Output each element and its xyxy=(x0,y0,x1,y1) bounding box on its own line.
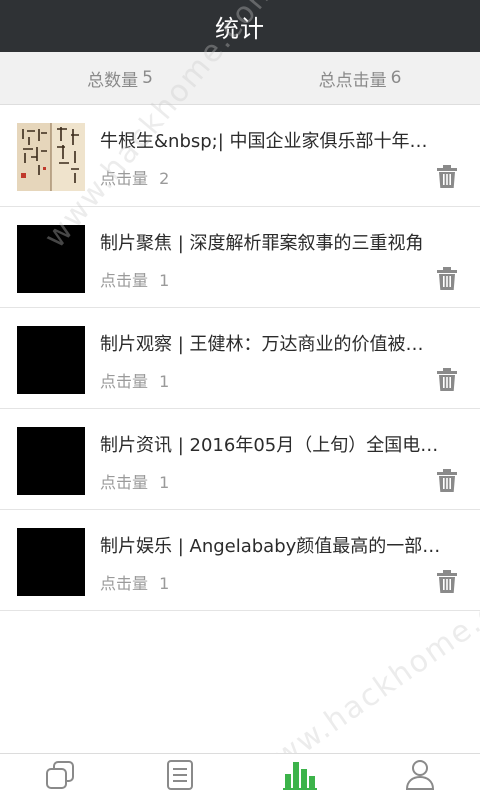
list-item[interactable]: 制片资讯 | 2016年05月（上旬）全国电… 点击量 1 xyxy=(0,409,480,510)
total-clicks-label: 总点击量 xyxy=(318,70,387,91)
bar-chart-icon xyxy=(283,760,317,794)
list-item[interactable]: 制片聚焦 | 深度解析罪案叙事的三重视角 点击量 1 xyxy=(0,207,480,308)
page-title: 统计 xyxy=(215,14,265,43)
stats-summary-bar: 总数量 5 总点击量 6 xyxy=(0,52,480,105)
trash-icon[interactable] xyxy=(436,469,458,493)
list-item[interactable]: 制片观察 | 王健林：万达商业的价值被… 点击量 1 xyxy=(0,308,480,409)
user-icon xyxy=(405,759,435,795)
click-count: 点击量 1 xyxy=(100,570,169,594)
total-count-label: 总数量 xyxy=(87,70,139,91)
trash-icon[interactable] xyxy=(436,165,458,189)
article-thumbnail xyxy=(17,427,85,495)
tab-home[interactable] xyxy=(0,754,120,800)
trash-icon[interactable] xyxy=(436,570,458,594)
document-list-icon xyxy=(166,759,194,795)
calligraphy-thumbnail xyxy=(17,123,85,191)
tab-profile[interactable] xyxy=(360,754,480,800)
list-item[interactable]: 制片娱乐 | Angelababy颜值最高的一部… 点击量 1 xyxy=(0,510,480,611)
total-clicks-value: 6 xyxy=(390,68,402,88)
click-count-label: 点击量 xyxy=(100,271,149,290)
article-title: 制片娱乐 | Angelababy颜值最高的一部… xyxy=(100,536,441,557)
total-clicks-stat: 总点击量 6 xyxy=(240,52,480,104)
click-count: 点击量 1 xyxy=(100,469,169,493)
click-count-value: 2 xyxy=(159,169,170,188)
trash-icon[interactable] xyxy=(436,267,458,291)
click-count: 点击量 1 xyxy=(100,368,169,392)
click-count-value: 1 xyxy=(159,473,170,492)
click-count-value: 1 xyxy=(159,271,170,290)
top-bar: 统计 xyxy=(0,0,480,52)
bottom-tab-bar xyxy=(0,753,480,800)
tab-statistics[interactable] xyxy=(240,754,360,800)
overlapping-squares-icon xyxy=(44,759,76,795)
click-count-value: 1 xyxy=(159,372,170,391)
article-title: 牛根生&nbsp;| 中国企业家俱乐部十年… xyxy=(100,131,428,152)
list-item[interactable]: 牛根生&nbsp;| 中国企业家俱乐部十年… 点击量 2 xyxy=(0,105,480,207)
click-count-label: 点击量 xyxy=(100,169,149,188)
click-count: 点击量 2 xyxy=(100,165,169,189)
click-count-label: 点击量 xyxy=(100,473,149,492)
article-title: 制片资讯 | 2016年05月（上旬）全国电… xyxy=(100,435,439,456)
click-count-label: 点击量 xyxy=(100,574,149,593)
article-title: 制片聚焦 | 深度解析罪案叙事的三重视角 xyxy=(100,233,424,254)
app-screen: 统计 总数量 5 总点击量 6 牛根生&nbsp;| 中国企业家俱乐部十年… 点… xyxy=(0,0,480,800)
article-thumbnail xyxy=(17,528,85,596)
total-count-stat: 总数量 5 xyxy=(0,52,240,104)
article-title: 制片观察 | 王健林：万达商业的价值被… xyxy=(100,334,424,355)
tab-articles[interactable] xyxy=(120,754,240,800)
article-thumbnail xyxy=(17,326,85,394)
trash-icon[interactable] xyxy=(436,368,458,392)
total-count-value: 5 xyxy=(142,68,153,88)
article-thumbnail xyxy=(17,225,85,293)
click-count-label: 点击量 xyxy=(100,372,149,391)
click-count: 点击量 1 xyxy=(100,267,169,291)
click-count-value: 1 xyxy=(159,574,170,593)
article-list: 牛根生&nbsp;| 中国企业家俱乐部十年… 点击量 2 制片聚焦 | 深度解析… xyxy=(0,105,480,611)
